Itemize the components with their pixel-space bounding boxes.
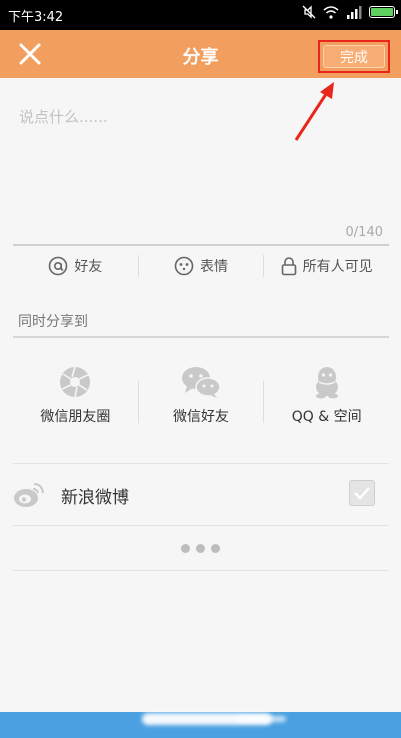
mention-friends-label: 好友 [74,259,103,275]
more-options-button[interactable] [181,544,220,553]
share-weibo-label: 新浪微博 [61,487,129,508]
share-wechat-friends-label: 微信好友 [173,409,229,425]
visibility-label: 所有人可见 [302,259,373,275]
wechat-moments-icon [60,366,91,398]
divider [13,570,389,571]
done-button-highlight: 完成 [318,40,390,73]
divider [13,525,389,526]
more-dot-icon [211,544,220,553]
emoji-button[interactable]: 表情 [139,256,264,276]
more-dot-icon [196,544,205,553]
share-qq-zone[interactable]: QQ & 空间 [264,365,389,426]
wifi-icon [323,5,339,19]
share-qq-zone-label: QQ & 空间 [291,409,362,425]
qq-icon [315,367,338,399]
battery-icon [369,6,398,18]
share-weibo-row[interactable]: 新浪微博 [13,472,389,518]
wechat-icon [182,367,221,398]
emoji-icon [174,256,194,276]
composer-toolbar: 好友 表情 所有人可见 [13,248,389,284]
message-placeholder: 说点什么...... [19,108,108,126]
share-wechat-friends[interactable]: 微信好友 [139,365,264,426]
signal-icon [347,5,362,19]
footer-bar [0,712,401,738]
share-section-title: 同时分享到 [18,314,88,330]
divider [13,336,389,338]
char-counter: 0/140 [345,225,383,240]
more-dot-icon [181,544,190,553]
weibo-icon [14,483,44,507]
checkmark-icon [354,487,370,500]
share-targets: 微信朋友圈 微信好友 QQ & 空间 [13,365,389,440]
status-bar: 下午3:42 [0,0,401,30]
divider [13,463,389,464]
mention-friends-button[interactable]: 好友 [13,256,138,276]
share-wechat-moments-label: 微信朋友圈 [40,409,111,425]
visibility-button[interactable]: 所有人可见 [264,256,389,276]
status-time: 下午3:42 [8,10,64,25]
lock-icon [281,257,296,276]
mute-icon [302,5,316,19]
message-input[interactable]: 说点什么...... 0/140 [13,98,389,246]
at-icon [49,256,68,276]
weibo-checkbox[interactable] [349,480,375,506]
share-wechat-moments[interactable]: 微信朋友圈 [13,365,138,426]
done-button[interactable]: 完成 [323,45,385,68]
emoji-label: 表情 [200,259,228,275]
